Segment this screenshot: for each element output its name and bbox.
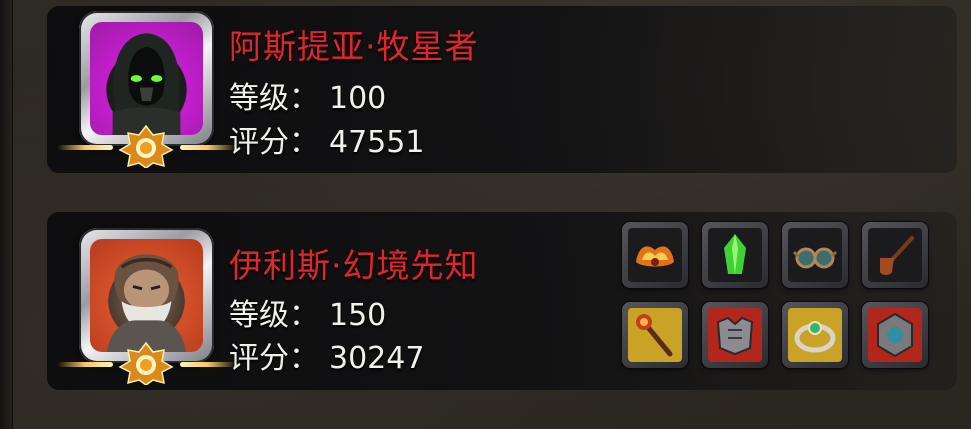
goggles-icon (788, 228, 842, 282)
level-label: 等级： (229, 81, 319, 116)
armor-icon (708, 308, 762, 362)
medal-wing-right (180, 362, 236, 367)
equip-slot-flame-crown[interactable] (622, 222, 688, 288)
amulet-icon (868, 308, 922, 362)
equip-slot-green-crystal[interactable] (702, 222, 768, 288)
rank-medal-icon (118, 341, 174, 385)
player-portrait[interactable] (57, 228, 236, 385)
medal-wing-left (57, 145, 113, 150)
player-score: 评分： 30247 (229, 333, 424, 377)
rank-medal-icon (118, 124, 174, 168)
green-crystal-icon (708, 228, 762, 282)
player-portrait[interactable] (57, 11, 236, 168)
player-card-1[interactable]: 阿斯提亚·牧星者 等级： 100 评分： 47551 (47, 6, 957, 173)
flame-crown-icon (628, 228, 682, 282)
score-value: 30247 (329, 341, 425, 376)
elder-sage-icon (90, 239, 203, 352)
player-level: 等级： 150 (229, 290, 386, 334)
score-label: 评分： (229, 125, 319, 160)
score-value: 47551 (329, 125, 425, 160)
player-level: 等级： 100 (229, 73, 386, 117)
equip-slot-ring[interactable] (782, 302, 848, 368)
equip-slot-amulet[interactable] (862, 302, 928, 368)
equip-slot-staff[interactable] (622, 302, 688, 368)
hooded-hero-icon (90, 22, 203, 135)
equip-slot-goggles[interactable] (782, 222, 848, 288)
ring-icon (788, 308, 842, 362)
medal-wing-right (180, 145, 236, 150)
staff-icon (628, 308, 682, 362)
medal-wing-left (57, 362, 113, 367)
equip-slot-pipe[interactable] (862, 222, 928, 288)
score-label: 评分： (229, 341, 319, 376)
pipe-icon (868, 228, 922, 282)
player-name: 伊利斯·幻境先知 (229, 246, 479, 285)
player-score: 评分： 47551 (229, 117, 424, 161)
level-value: 150 (329, 298, 387, 333)
equip-slot-armor[interactable] (702, 302, 768, 368)
player-name: 阿斯提亚·牧星者 (229, 27, 479, 66)
panel-edge (0, 0, 13, 429)
level-label: 等级： (229, 298, 319, 333)
level-value: 100 (329, 81, 387, 116)
